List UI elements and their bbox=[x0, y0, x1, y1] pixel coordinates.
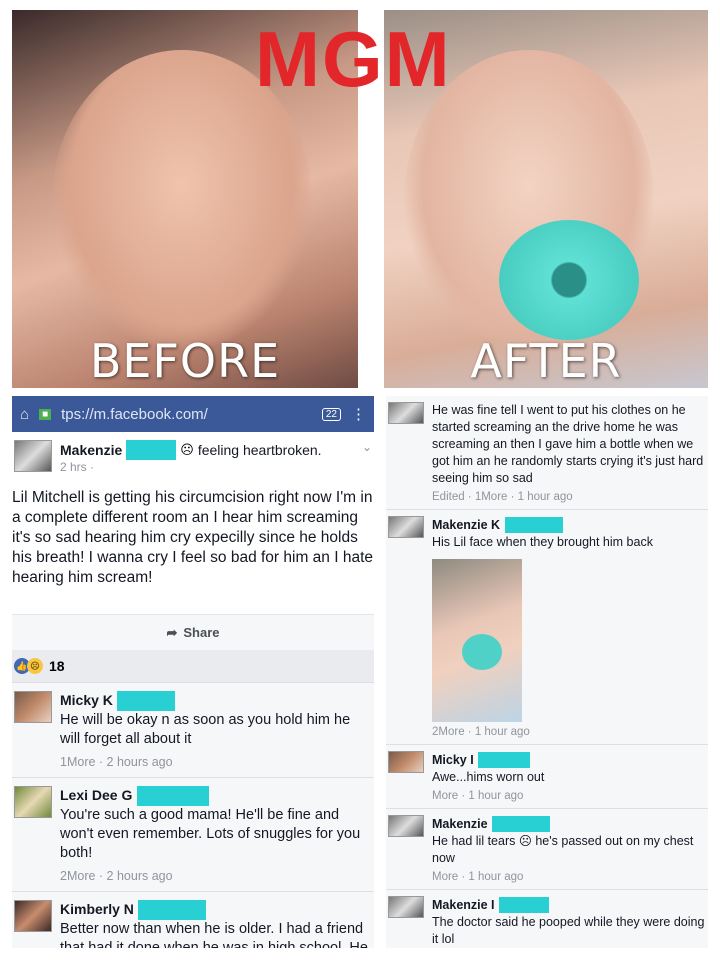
comment-text: Awe...hims worn out bbox=[432, 770, 545, 784]
post-feeling: feeling heartbroken. bbox=[197, 442, 322, 458]
comment-text: He will be okay n as soon as you hold hi… bbox=[60, 712, 351, 747]
redacted-name bbox=[504, 516, 563, 533]
comment-author[interactable]: Kimberly N bbox=[60, 901, 134, 917]
comment-text: He had lil tears ☹ he's passed out on my… bbox=[432, 834, 694, 865]
redacted-name bbox=[138, 900, 207, 920]
reactions-row[interactable]: 👍 ☹ 18 bbox=[12, 650, 374, 682]
redacted-name bbox=[136, 786, 209, 806]
post-time[interactable]: 2 hrs · bbox=[60, 460, 322, 474]
avatar[interactable] bbox=[14, 691, 52, 723]
redacted-name bbox=[117, 691, 176, 711]
post-author[interactable]: Makenzie bbox=[60, 442, 122, 458]
redacted-name bbox=[498, 896, 549, 913]
comment-meta[interactable]: More · 1 hour ago bbox=[432, 790, 706, 802]
url-text[interactable]: tps://m.facebook.com/ bbox=[61, 406, 208, 423]
comment-text: Better now than when he is older. I had … bbox=[60, 921, 368, 948]
redacted-name bbox=[492, 815, 551, 832]
pacifier bbox=[462, 634, 502, 670]
before-label: BEFORE bbox=[89, 334, 281, 388]
avatar[interactable] bbox=[388, 402, 424, 424]
comment-author[interactable]: Makenzie bbox=[432, 817, 488, 831]
tab-count[interactable]: 22 bbox=[321, 407, 341, 421]
pacifier bbox=[499, 220, 639, 340]
lock-icon: ■ bbox=[39, 408, 52, 420]
comment: Makenzie K His Lil face when they brough… bbox=[386, 509, 708, 744]
comment-author[interactable]: Makenzie K bbox=[432, 518, 500, 532]
comment-author[interactable]: Micky I bbox=[432, 753, 474, 767]
comment: Lexi Dee G You're such a good mama! He'l… bbox=[12, 777, 374, 891]
comment-text: You're such a good mama! He'll be fine a… bbox=[60, 807, 361, 861]
comment: Micky K He will be okay n as soon as you… bbox=[12, 682, 374, 777]
share-icon: ➦ bbox=[166, 624, 178, 640]
post-header: Makenzie ☹ feeling heartbroken. 2 hrs · … bbox=[12, 440, 374, 474]
post: Makenzie ☹ feeling heartbroken. 2 hrs · … bbox=[12, 432, 374, 614]
avatar[interactable] bbox=[14, 786, 52, 818]
sad-face-icon: ☹ bbox=[180, 442, 194, 457]
redacted-name bbox=[126, 440, 177, 460]
comment-meta[interactable]: 2More · 2 hours ago bbox=[60, 869, 372, 883]
comment-author[interactable]: Micky K bbox=[60, 692, 113, 708]
home-icon[interactable]: ⌂ bbox=[20, 406, 29, 423]
redacted-name bbox=[478, 751, 531, 768]
comments-panel: He was fine tell I went to put his cloth… bbox=[386, 396, 708, 948]
comment: He was fine tell I went to put his cloth… bbox=[386, 396, 708, 509]
share-button[interactable]: ➦ Share bbox=[12, 614, 374, 650]
comment: Kimberly N Better now than when he is ol… bbox=[12, 891, 374, 948]
comment-author[interactable]: Lexi Dee G bbox=[60, 787, 132, 803]
chevron-down-icon[interactable]: ⌄ bbox=[362, 440, 372, 454]
avatar[interactable] bbox=[14, 440, 52, 472]
comment-author[interactable]: Makenzie I bbox=[432, 898, 495, 912]
post-text: Lil Mitchell is getting his circumcision… bbox=[12, 489, 374, 586]
comment: Makenzie He had lil tears ☹ he's passed … bbox=[386, 808, 708, 889]
facebook-post-panel: ⌂ ■ tps://m.facebook.com/ 22 ⋮ Makenzie … bbox=[12, 396, 374, 948]
avatar[interactable] bbox=[388, 815, 424, 837]
menu-icon[interactable]: ⋮ bbox=[351, 405, 366, 423]
avatar[interactable] bbox=[388, 896, 424, 918]
avatar[interactable] bbox=[14, 900, 52, 932]
share-label: Share bbox=[183, 625, 220, 640]
avatar[interactable] bbox=[388, 516, 424, 538]
reaction-icons: 👍 ☹ bbox=[14, 658, 43, 674]
comment-text: He was fine tell I went to put his cloth… bbox=[432, 403, 704, 485]
attached-photo[interactable] bbox=[432, 559, 522, 722]
comment: Makenzie I The doctor said he pooped whi… bbox=[386, 889, 708, 948]
comment-text: The doctor said he pooped while they wer… bbox=[432, 915, 705, 946]
comment-meta[interactable]: 2More · 1 hour ago bbox=[432, 726, 706, 738]
comment-meta[interactable]: Edited · 1More · 1 hour ago bbox=[432, 491, 706, 503]
mgm-watermark: MGM bbox=[255, 15, 452, 103]
sad-icon: ☹ bbox=[27, 658, 43, 674]
browser-url-bar[interactable]: ⌂ ■ tps://m.facebook.com/ 22 ⋮ bbox=[12, 396, 374, 432]
comment-meta[interactable]: More · 1 hour ago bbox=[432, 871, 706, 883]
avatar[interactable] bbox=[388, 751, 424, 773]
comment-text: His Lil face when they brought him back bbox=[432, 535, 653, 549]
comment-meta[interactable]: 1More · 2 hours ago bbox=[60, 755, 372, 769]
after-label: AFTER bbox=[470, 334, 622, 388]
reaction-count: 18 bbox=[49, 658, 65, 674]
comment: Micky I Awe...hims worn out More · 1 hou… bbox=[386, 744, 708, 808]
